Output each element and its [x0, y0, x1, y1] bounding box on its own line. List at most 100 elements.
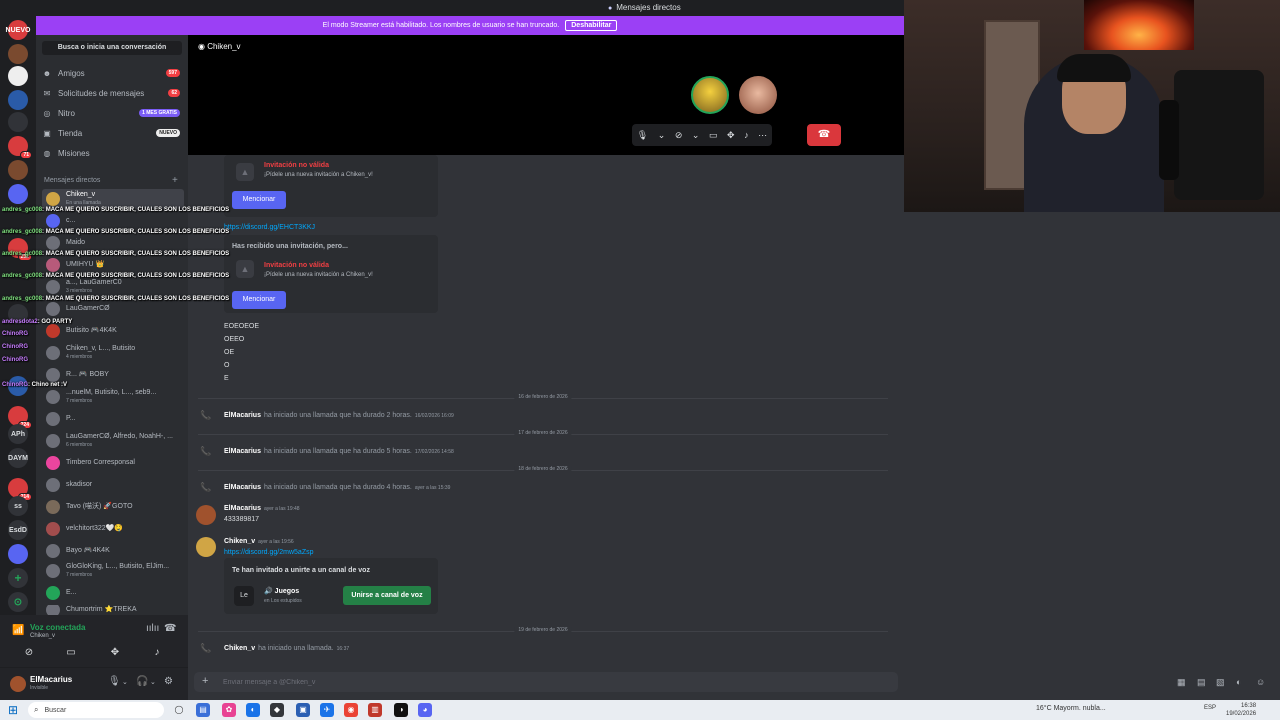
mention-button[interactable]: Mencionar	[232, 191, 286, 209]
language-indicator[interactable]: ESP	[1204, 705, 1216, 711]
headphones-icon[interactable]: 🎧	[136, 676, 148, 687]
dm-item[interactable]: Bayo 🎮4K4K	[42, 541, 184, 561]
message-author[interactable]: ElMacarius ayer a las 19:48	[224, 505, 300, 512]
server-esdd[interactable]: EsdD	[8, 520, 28, 540]
new-dm-icon[interactable]: +	[172, 175, 178, 186]
dm-item[interactable]: Tavo (喵沃) 🚀GOTO	[42, 497, 184, 517]
weather-widget[interactable]: 16°C Mayorm. nubla...	[1036, 705, 1106, 712]
nav-quests[interactable]: ◍ Misiones	[42, 145, 182, 161]
gift-icon[interactable]: ▤	[1197, 677, 1206, 688]
server-icon[interactable]	[8, 160, 28, 180]
message-input[interactable]	[223, 672, 783, 692]
nav-shop[interactable]: ▣ Tienda NUEVO	[42, 125, 182, 141]
server-daym[interactable]: DAYM	[8, 448, 28, 468]
dm-item[interactable]: skadisor	[42, 475, 184, 495]
dm-item[interactable]: Timbero Corresponsal	[42, 453, 184, 473]
server-icon[interactable]: 214	[8, 478, 32, 501]
dm-item[interactable]: GloGloKing, L..., Butisito, ElJim... 7 mi…	[42, 561, 184, 581]
dm-item[interactable]: velchitort322🤍🤤	[42, 519, 184, 539]
more-icon[interactable]: ⋯	[758, 130, 767, 141]
server-icon[interactable]: 71	[8, 136, 32, 159]
discord-icon[interactable]: ◕	[418, 703, 432, 717]
server-icon[interactable]	[8, 544, 28, 564]
call-participant-avatar[interactable]	[739, 76, 777, 114]
dm-item[interactable]: UMIHYU 👑	[42, 255, 184, 275]
add-server-icon[interactable]: +	[8, 568, 28, 588]
invite-link[interactable]: https://discord.gg/2mw5aZsp	[224, 549, 314, 556]
server-icon[interactable]	[8, 112, 28, 132]
dm-item[interactable]: LauGamerCØ, Alfredo, NoahH-, ... 6 miembr…	[42, 431, 184, 451]
server-icon[interactable]	[8, 184, 28, 204]
chrome-icon[interactable]: ◉	[344, 703, 358, 717]
call-participant-avatar[interactable]	[691, 76, 729, 114]
avatar[interactable]	[196, 505, 216, 525]
voice-channel-name[interactable]: Chiken_v	[30, 633, 55, 639]
nav-friends[interactable]: ☻ Amigos 597	[42, 65, 182, 81]
hangup-button[interactable]: ☎	[807, 124, 841, 146]
dm-item[interactable]: E...	[42, 583, 184, 603]
edge-icon[interactable]: ◐	[246, 703, 260, 717]
server-icon[interactable]	[8, 66, 28, 86]
microphone-icon[interactable]: 🎙	[108, 676, 121, 687]
clock[interactable]: 16:38 19/02/2026	[1226, 702, 1256, 718]
dm-item[interactable]: Chiken_v, L..., Butisito 4 miembros	[42, 343, 184, 363]
nav-nitro[interactable]: ◎ Nitro 1 MES GRATIS	[42, 105, 182, 121]
nav-message-requests[interactable]: ✉ Solicitudes de mensajes 62	[42, 85, 182, 101]
dm-item[interactable]: P...	[42, 409, 184, 429]
mention-button[interactable]: Mencionar	[232, 291, 286, 309]
invite-link[interactable]: https://discord.gg/EHCT3KKJ	[224, 224, 315, 231]
add-attachment-icon[interactable]: +	[202, 675, 208, 687]
dm-item[interactable]: Maido	[42, 233, 184, 253]
chevron-down-icon[interactable]: ⌄	[122, 678, 128, 686]
dm-search-button[interactable]: Busca o inicia una conversación	[42, 41, 182, 55]
user-name[interactable]: ElMacarius	[30, 675, 72, 684]
app-icon[interactable]: ✿	[222, 703, 236, 717]
explore-icon[interactable]: ⊙	[8, 592, 28, 612]
author-name[interactable]: ElMacarius	[224, 505, 261, 512]
call-author[interactable]: ElMacarius	[224, 484, 261, 491]
obs-icon[interactable]: ◑	[394, 703, 408, 717]
dm-item[interactable]: ...nuelM, Butisito, L..., seb9... 7 miemb…	[42, 387, 184, 407]
activities-icon[interactable]: ✥	[96, 645, 134, 661]
dm-item[interactable]: LauGamerCØ	[42, 299, 184, 319]
chevron-down-icon[interactable]: ⌄	[150, 678, 156, 686]
server-aph[interactable]: APh	[8, 424, 28, 444]
server-icon[interactable]	[8, 44, 28, 64]
chevron-down-icon[interactable]: ⌄	[692, 130, 700, 141]
taskbar-search[interactable]: ⌕ Buscar	[28, 702, 164, 718]
server-icon[interactable]: 224	[8, 406, 32, 429]
app-icon[interactable]: ◆	[270, 703, 284, 717]
apps-icon[interactable]: ▦	[1177, 677, 1186, 688]
emoji-icon[interactable]: ☺	[1256, 677, 1265, 687]
dm-item[interactable]: Chiken_v En una llamada	[42, 189, 184, 209]
signal-icon[interactable]: 📶	[12, 625, 24, 636]
server-icon[interactable]	[8, 90, 28, 110]
soundboard-icon[interactable]: ♪	[744, 130, 749, 140]
app-icon[interactable]: ✈	[320, 703, 334, 717]
windows-start-icon[interactable]: ⊞	[8, 703, 22, 717]
avatar[interactable]	[196, 537, 216, 557]
author-name[interactable]: Chiken_v	[224, 538, 255, 545]
gif-icon[interactable]: ▧	[1216, 677, 1225, 688]
new-server-button[interactable]: NUEVO	[6, 20, 30, 40]
noise-suppression-icon[interactable]: ıılıı	[146, 623, 159, 634]
avatar[interactable]	[10, 676, 26, 692]
soundboard-icon[interactable]: ♪	[138, 645, 176, 661]
disconnect-icon[interactable]: ☎	[164, 623, 176, 634]
call-author[interactable]: Chiken_v	[224, 645, 255, 652]
activities-icon[interactable]: ✥	[727, 130, 735, 141]
sticker-icon[interactable]: ◐	[1236, 677, 1241, 687]
call-author[interactable]: ElMacarius	[224, 412, 261, 419]
call-author[interactable]: ElMacarius	[224, 448, 261, 455]
dm-item[interactable]: a..., LauGamerC0 3 miembros	[42, 277, 184, 297]
join-voice-button[interactable]: Unirse a canal de voz	[343, 586, 431, 605]
dm-item[interactable]: c...	[42, 211, 184, 231]
camera-off-icon[interactable]: ⊘	[675, 130, 683, 141]
microphone-icon[interactable]: 🎙	[637, 130, 648, 141]
app-icon[interactable]: ▥	[368, 703, 382, 717]
chevron-down-icon[interactable]: ⌄	[658, 130, 666, 141]
gear-icon[interactable]: ⚙	[164, 676, 173, 687]
screenshare-icon[interactable]: ▭	[52, 645, 90, 661]
camera-off-icon[interactable]: ⊘	[10, 645, 48, 661]
task-view-icon[interactable]: ◯	[172, 703, 186, 717]
